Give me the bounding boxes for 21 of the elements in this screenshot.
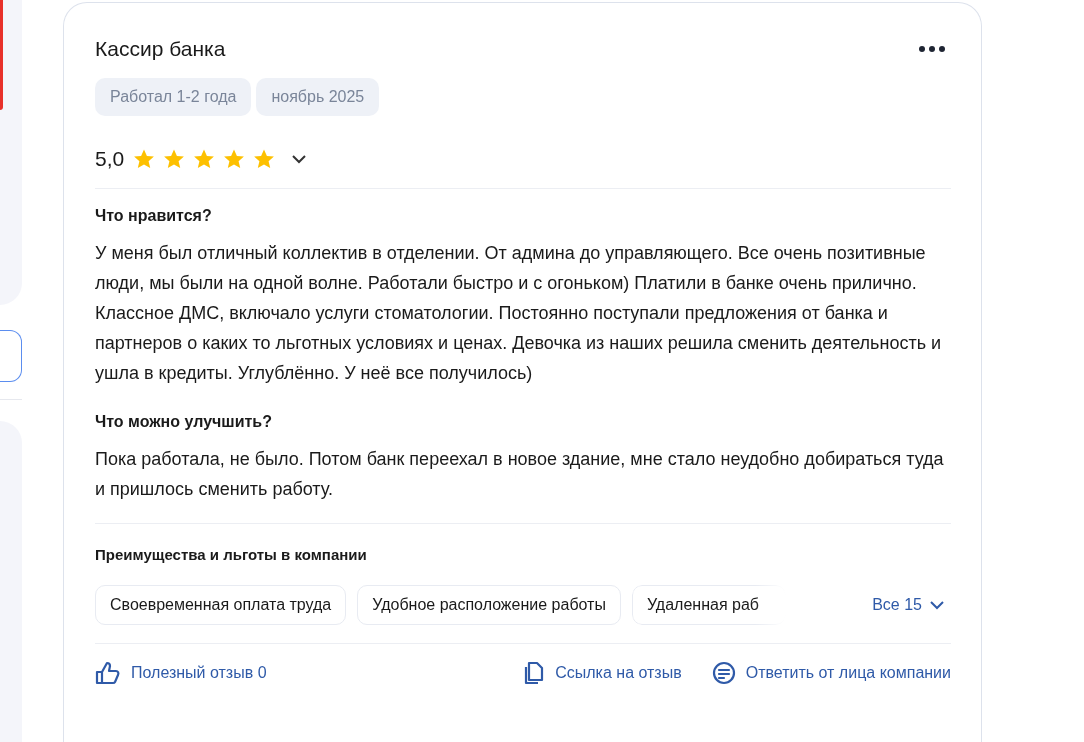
review-text: У меня был отличный коллектив в отделении. От админа до управляющего. Все очень позитивные люди, мы были на одной волне. Работали быстро и с огоньком) Платили в банке очень прилично. Классное ДМС, включало услуги стоматологии. Постоянно поступали предложения от банка и партнеров о каких то льготных условиях и ценах. Девочка из наших решила сменить деятельность и ушла в кредиты. Углублённо. У неё все получилось) [95, 242, 943, 385]
side-field[interactable] [0, 330, 22, 382]
section-heading: Что нравится? [95, 207, 213, 225]
action-link[interactable]: Полезный отзыв 0 [95, 661, 267, 685]
rating-value: 5,0 [95, 147, 125, 171]
tag: Работал 1-2 года [95, 78, 252, 116]
section-heading: Что можно улучшить? [95, 413, 273, 431]
show-all-button[interactable]: Все 15 [872, 596, 944, 614]
review-title: Кассир банка [95, 37, 226, 61]
chevron-down-icon [930, 600, 944, 610]
benefits-heading: Преимущества и льготы в компании [95, 546, 368, 563]
review-text: Пока работала, не было. Потом банк переехал в новое здание, мне стало неудобно добираться туда и пришлось сменить работу. [95, 448, 945, 501]
chevron-down-icon[interactable] [292, 154, 307, 164]
thumbs-up-icon [95, 661, 121, 685]
tag: ноябрь 2025 [256, 78, 380, 116]
benefit-chip: Своевременная оплата труда [95, 585, 347, 625]
action-link[interactable]: Ответить от лица компании [711, 661, 951, 685]
copy-icon [523, 661, 546, 685]
action-link[interactable]: Ссылка на отзыв [523, 661, 682, 685]
benefit-chip: Удобное расположение работы [357, 585, 621, 625]
message-icon [711, 661, 736, 685]
